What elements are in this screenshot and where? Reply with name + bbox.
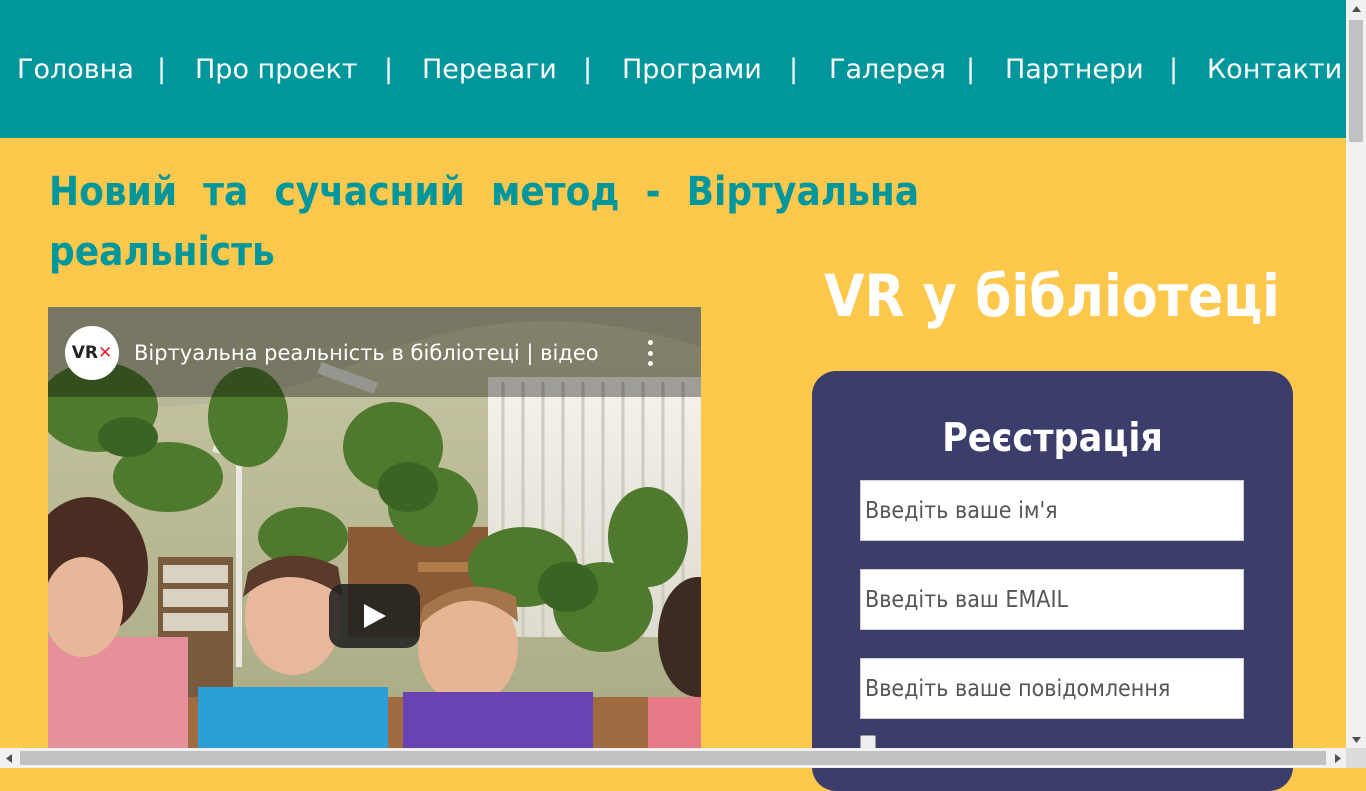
video-title[interactable]: Віртуальна реальність в бібліотеці | від… (134, 339, 634, 367)
page-headline: Новий та сучасний метод - Віртуальна реа… (49, 169, 919, 275)
scroll-up-icon[interactable] (1346, 0, 1366, 17)
nav-item-benefits[interactable]: Переваги (422, 52, 557, 88)
registration-title: Реєстрація (942, 416, 1163, 461)
scroll-left-icon[interactable] (0, 748, 17, 768)
horizontal-scrollbar[interactable] (0, 748, 1346, 768)
vertical-scroll-thumb[interactable] (1349, 20, 1363, 142)
nav-separator: | (789, 54, 799, 85)
vertical-scrollbar[interactable] (1346, 0, 1366, 748)
scroll-right-icon[interactable] (1329, 748, 1346, 768)
more-vert-icon[interactable] (643, 340, 657, 366)
email-field[interactable] (860, 569, 1244, 630)
top-navigation: Головна | Про проект | Переваги | Програ… (0, 0, 1346, 138)
scrollbar-corner (1346, 748, 1366, 768)
channel-logo-mark: ✕ (98, 343, 113, 363)
nav-separator: | (966, 54, 976, 85)
play-icon (363, 604, 386, 628)
nav-item-about[interactable]: Про проект (195, 52, 358, 88)
channel-logo-text: VR (71, 343, 98, 363)
play-button[interactable] (329, 584, 420, 648)
name-field[interactable] (860, 480, 1244, 541)
nav-separator: | (583, 54, 593, 85)
channel-logo[interactable]: VR✕ (65, 326, 119, 380)
nav-item-home[interactable]: Головна (17, 52, 134, 88)
sidebar-heading: VR у бібліотеці (824, 262, 1280, 330)
nav-item-gallery[interactable]: Галерея (829, 52, 946, 88)
scroll-down-icon[interactable] (1346, 731, 1366, 748)
video-thumbnail (48, 307, 701, 748)
nav-separator: | (1169, 54, 1179, 85)
video-player[interactable]: VR✕ Віртуальна реальність в бібліотеці |… (48, 307, 701, 748)
horizontal-scroll-thumb[interactable] (20, 751, 1326, 765)
nav-item-programs[interactable]: Програми (622, 52, 762, 88)
nav-separator: | (384, 54, 394, 85)
registration-panel: Реєстрація (812, 371, 1293, 791)
nav-item-partners[interactable]: Партнери (1005, 52, 1144, 88)
message-field[interactable] (860, 658, 1244, 719)
nav-item-contacts[interactable]: Контакти (1207, 52, 1342, 88)
nav-separator: | (157, 54, 167, 85)
